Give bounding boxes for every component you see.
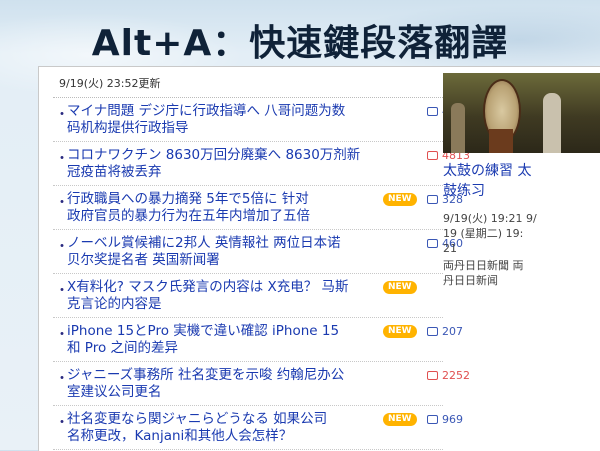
bullet-icon: ・ bbox=[55, 151, 69, 167]
drum-stand bbox=[489, 129, 513, 153]
news-headline-translation[interactable]: 政府官员的暴力行为在五年内增加了五倍 bbox=[67, 208, 443, 225]
news-item[interactable]: ・行政職員への暴力摘発 5年で5倍に 针对 政府官员的暴力行为在五年内增加了五倍 N… bbox=[53, 186, 463, 230]
new-badge: NEW bbox=[383, 281, 417, 294]
comment-count-value: 969 bbox=[442, 413, 463, 426]
news-item[interactable]: ・ X有料化? マスク氏発言の内容は X充电？ 马斯 克言论的内容是 NEW bbox=[53, 274, 443, 318]
photo-person bbox=[543, 93, 561, 153]
featured-column: 太鼓の練習 太 鼓练习 9/19(火) 19:21 9/ 19 (星期二) 19… bbox=[443, 67, 600, 288]
bullet-icon: ・ bbox=[55, 239, 69, 255]
news-list-column: 9/19(火) 23:52更新 ・マイナ問題 デジ庁に行政指導へ 八哥问题为数码… bbox=[53, 67, 470, 450]
news-item[interactable]: ・ジャニーズ事務所 社名変更を示唆 约翰尼办公 室建议公司更名 2252 bbox=[53, 362, 470, 406]
featured-timestamp-line: 19 (星期二) 19: bbox=[443, 227, 524, 240]
news-headline-original[interactable]: マイナ問題 デジ庁に行政指導へ 八哥问题为数 bbox=[67, 103, 385, 120]
news-headline-translation[interactable]: 克言论的内容是 bbox=[67, 296, 443, 313]
featured-source-line: 両丹日日新聞 両 bbox=[443, 259, 524, 272]
news-headline-original[interactable]: iPhone 15とPro 実機で違い確認 iPhone 15 bbox=[67, 323, 385, 340]
news-item[interactable]: ・社名変更なら関ジャニらどうなる 如果公司 名称更改，Kanjani和其他人会怎样… bbox=[53, 406, 463, 450]
bullet-icon: ・ bbox=[55, 415, 69, 431]
bullet-icon: ・ bbox=[55, 283, 69, 299]
new-badge: NEW bbox=[383, 413, 417, 426]
slide-title: Alt+A：快速鍵段落翻譯 bbox=[91, 23, 509, 64]
news-headline-original[interactable]: 社名変更なら関ジャニらどうなる 如果公司 bbox=[67, 411, 385, 428]
news-item[interactable]: ・ iPhone 15とPro 実機で違い確認 iPhone 15 和 Pro 之间… bbox=[53, 318, 463, 362]
comment-bubble-icon bbox=[427, 150, 438, 160]
bullet-icon: ・ bbox=[55, 107, 69, 123]
comment-count[interactable]: 2252 bbox=[427, 369, 470, 382]
featured-timestamp-line: 21 bbox=[443, 242, 457, 255]
featured-title[interactable]: 太鼓の練習 太 鼓练习 bbox=[443, 161, 600, 201]
news-headline-translation[interactable]: 室建议公司更名 bbox=[67, 384, 443, 401]
news-headline-original[interactable]: 行政職員への暴力摘発 5年で5倍に 针对 bbox=[67, 191, 385, 208]
featured-title-line: 太鼓の練習 太 bbox=[443, 163, 532, 179]
news-headline-original[interactable]: X有料化? マスク氏発言の内容は X充电？ 马斯 bbox=[67, 279, 385, 296]
featured-photo[interactable] bbox=[443, 73, 600, 153]
comment-count-value: 207 bbox=[442, 325, 463, 338]
new-badge: NEW bbox=[383, 325, 417, 338]
comment-bubble-icon bbox=[427, 194, 438, 204]
featured-source: 両丹日日新聞 両 丹日日新闻 bbox=[443, 258, 600, 288]
news-headline-original[interactable]: ジャニーズ事務所 社名変更を示唆 约翰尼办公 bbox=[67, 367, 385, 384]
new-badge: NEW bbox=[383, 193, 417, 206]
bullet-icon: ・ bbox=[55, 371, 69, 387]
comment-count[interactable]: 969 bbox=[427, 413, 463, 426]
news-headline-original[interactable]: コロナワクチン 8630万回分廃棄へ 8630万剂新 bbox=[67, 147, 385, 164]
news-headline-translation[interactable]: 和 Pro 之间的差异 bbox=[67, 340, 443, 357]
news-headline-translation[interactable]: 贝尔奖提名者 英国新闻署 bbox=[67, 252, 443, 269]
featured-timestamp-line: 9/19(火) 19:21 9/ bbox=[443, 212, 537, 225]
comment-bubble-icon bbox=[427, 370, 438, 380]
news-headline-translation[interactable]: 冠疫苗将被丢弃 bbox=[67, 164, 443, 181]
comment-count-value: 2252 bbox=[442, 369, 470, 382]
featured-timestamp: 9/19(火) 19:21 9/ 19 (星期二) 19: 21 bbox=[443, 211, 600, 256]
comment-bubble-icon bbox=[427, 238, 438, 248]
update-timestamp: 9/19(火) 23:52更新 bbox=[59, 77, 161, 90]
news-item[interactable]: ・ノーベル賞候補に2邦人 英情報社 两位日本诺 贝尔奖提名者 英国新闻署 460 bbox=[53, 230, 463, 274]
bullet-icon: ・ bbox=[55, 327, 69, 343]
featured-title-line: 鼓练习 bbox=[443, 183, 485, 199]
comment-count[interactable]: 207 bbox=[427, 325, 463, 338]
news-headline-original[interactable]: ノーベル賞候補に2邦人 英情報社 两位日本诺 bbox=[67, 235, 385, 252]
photo-person bbox=[451, 103, 465, 153]
comment-bubble-icon bbox=[427, 326, 438, 336]
comment-bubble-icon bbox=[427, 414, 438, 424]
bullet-icon: ・ bbox=[55, 195, 69, 211]
news-headline-translation[interactable]: 码机构提供行政指导 bbox=[67, 120, 443, 137]
screenshot-panel: 9/19(火) 23:52更新 ・マイナ問題 デジ庁に行政指導へ 八哥问题为数码… bbox=[38, 66, 600, 451]
news-list: ・マイナ問題 デジ庁に行政指導へ 八哥问题为数码机构提供行政指导468・コロナワ… bbox=[53, 98, 470, 450]
featured-source-line: 丹日日新闻 bbox=[443, 274, 498, 287]
news-item[interactable]: ・コロナワクチン 8630万回分廃棄へ 8630万剂新 冠疫苗将被丢弃 4813 bbox=[53, 142, 470, 186]
news-item[interactable]: ・マイナ問題 デジ庁に行政指導へ 八哥问题为数码机构提供行政指导468 bbox=[53, 98, 463, 142]
comment-bubble-icon bbox=[427, 106, 438, 116]
news-headline-translation[interactable]: 名称更改，Kanjani和其他人会怎样？ bbox=[67, 428, 443, 445]
